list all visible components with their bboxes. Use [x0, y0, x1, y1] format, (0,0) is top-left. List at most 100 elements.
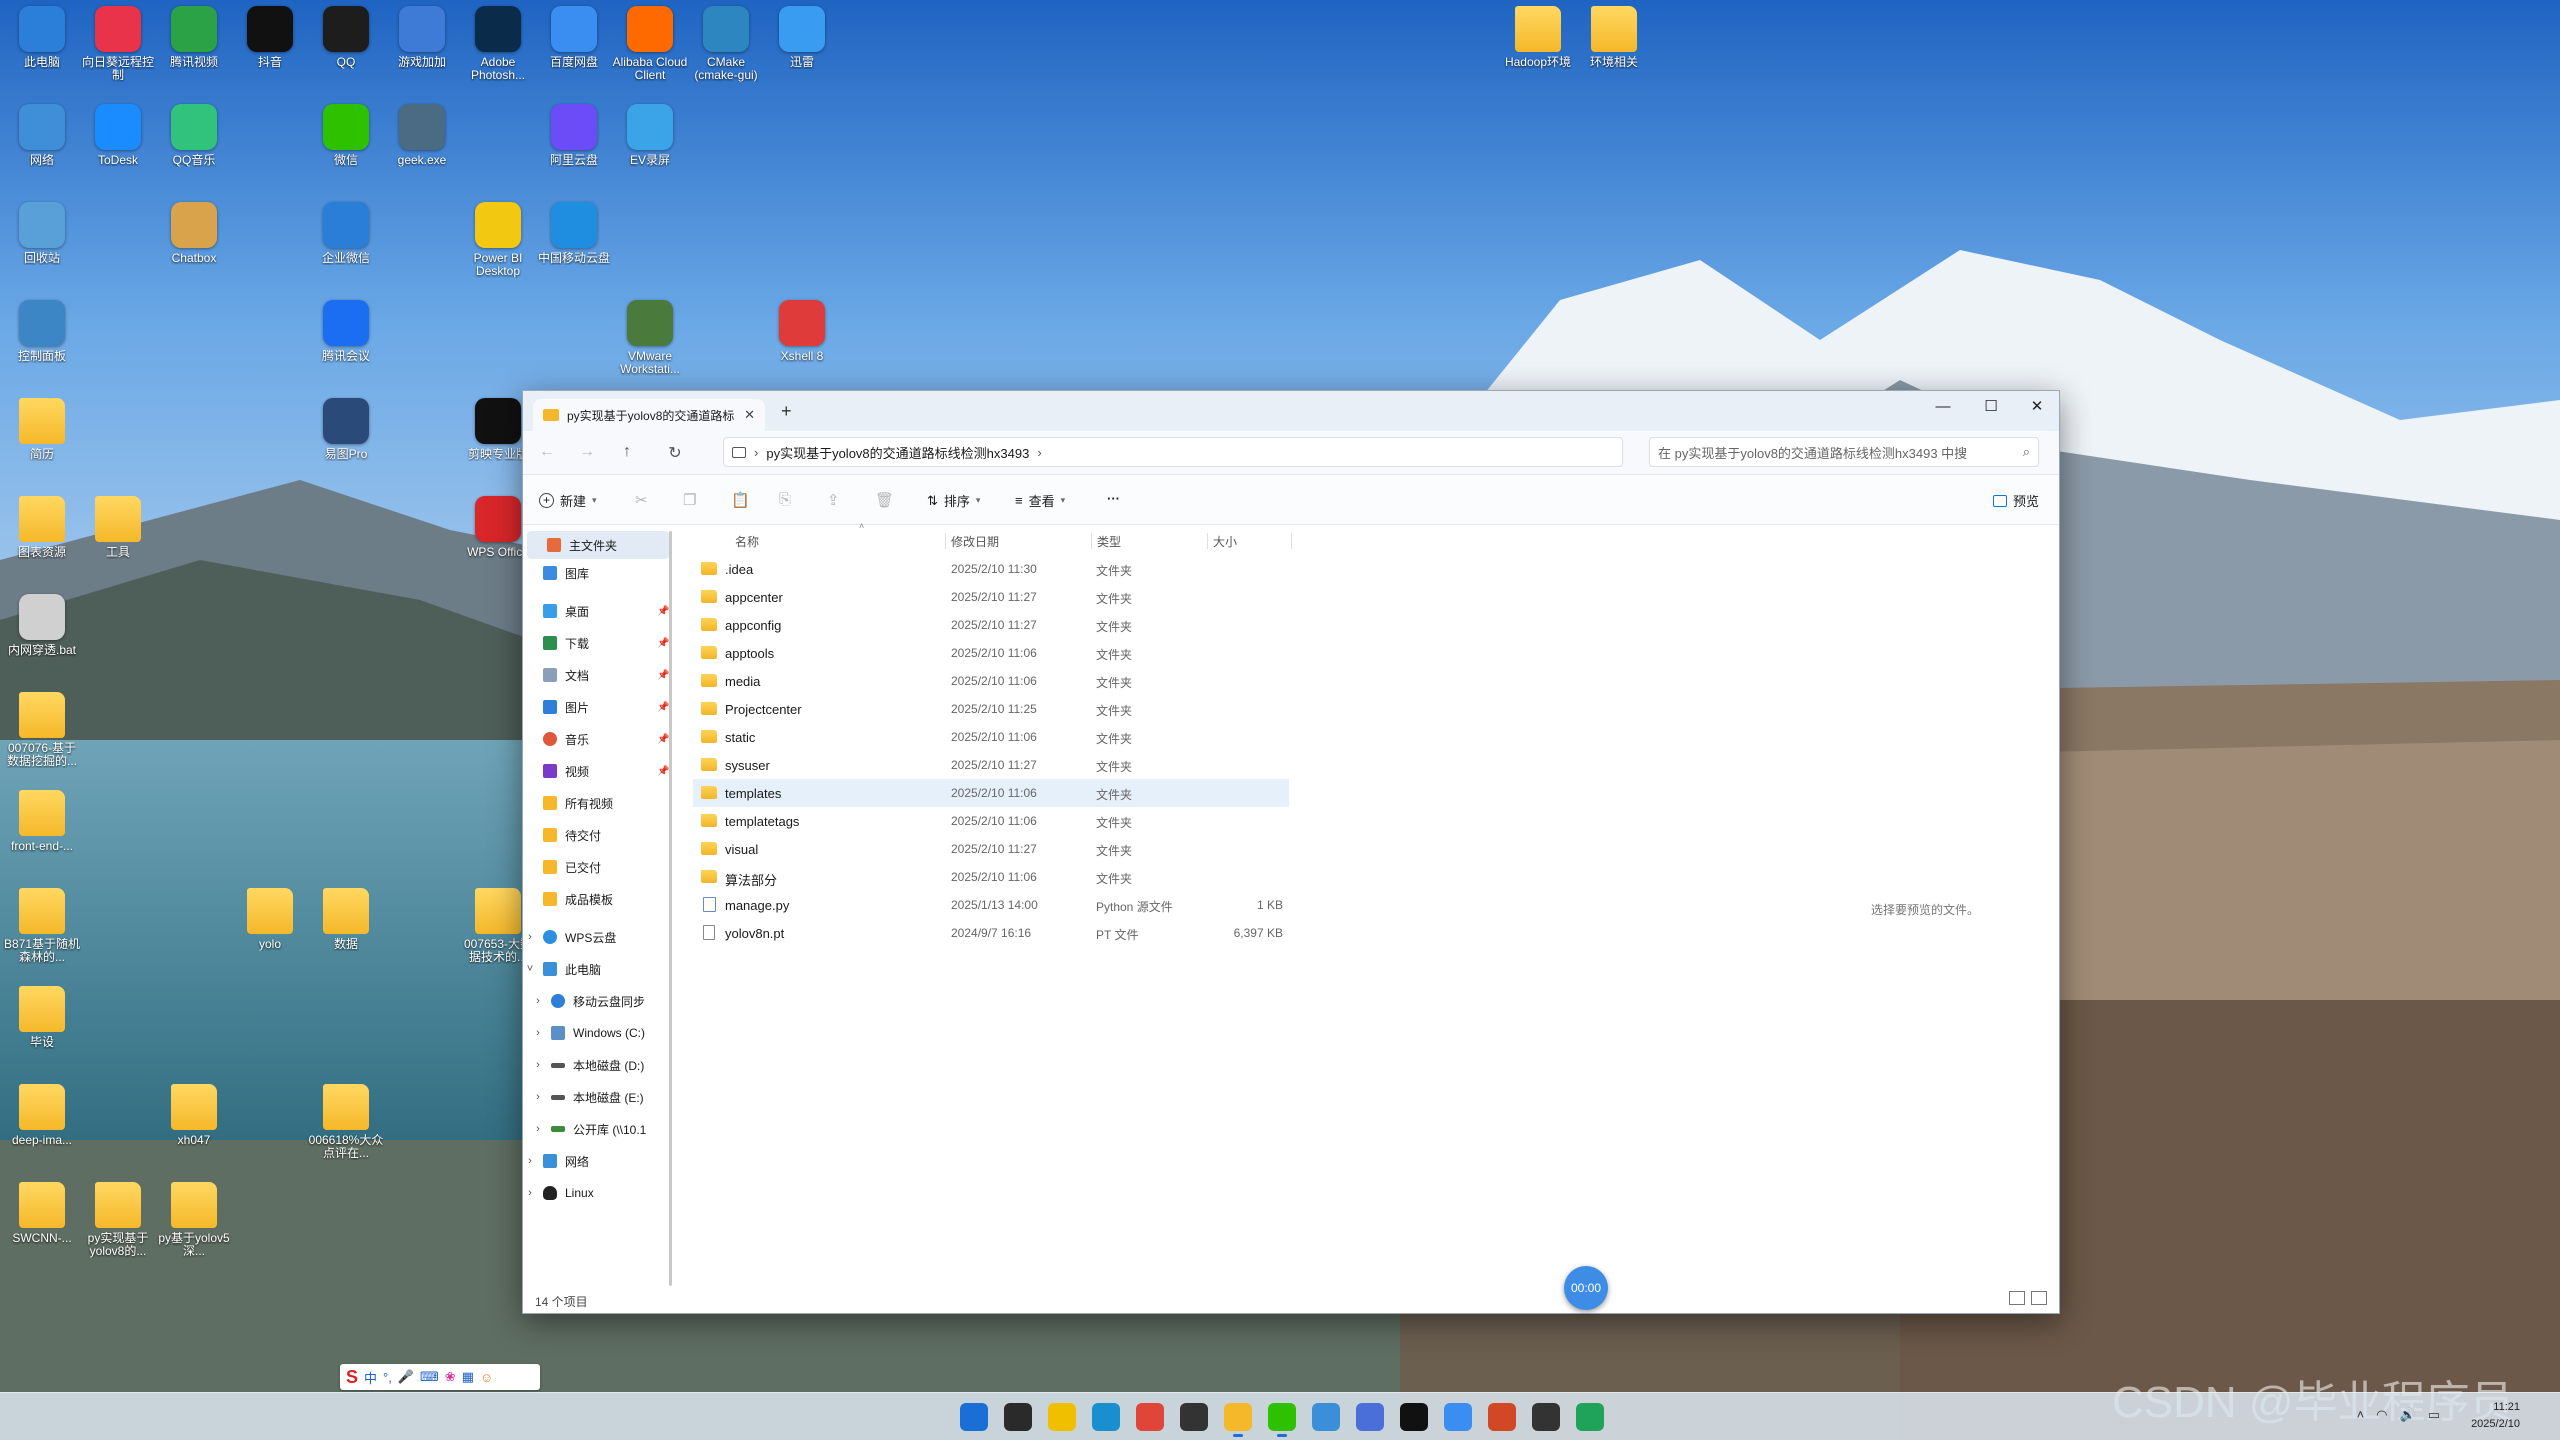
desktop-icon[interactable]: 百度网盘 [534, 6, 614, 102]
column-divider[interactable] [945, 533, 946, 549]
desktop-icon[interactable]: 控制面板 [2, 300, 82, 396]
skin-icon[interactable]: ❀ [445, 1369, 456, 1385]
chevron-right-icon[interactable]: › [523, 931, 537, 943]
desktop-icon[interactable]: 微信 [306, 104, 386, 200]
desktop-icon[interactable]: 迅雷 [762, 6, 842, 102]
desktop-icon[interactable]: 游戏加加 [382, 6, 462, 102]
file-row[interactable]: visual 2025/2/10 11:27 文件夹 [693, 835, 1289, 863]
chrome-icon[interactable] [1136, 1403, 1164, 1431]
breadcrumb-path[interactable]: py实现基于yolov8的交通道路标线检测hx3493 [766, 443, 1029, 462]
explorer-tab[interactable]: py实现基于yolov8的交通道路标 ✕ [533, 399, 765, 431]
column-header-name[interactable]: 名称 [735, 533, 759, 550]
nav-item-linux[interactable]: › Linux [523, 1179, 671, 1207]
preview-pane-button[interactable]: 预览 [1992, 491, 2039, 510]
desktop-icon[interactable]: 内网穿透.bat [2, 594, 82, 690]
file-row[interactable]: media 2025/2/10 11:06 文件夹 [693, 667, 1289, 695]
column-header-date[interactable]: 修改日期 [951, 533, 999, 550]
desktop-icon[interactable]: 企业微信 [306, 202, 386, 298]
chevron-up-icon[interactable]: ˄ [2357, 1407, 2365, 1423]
close-window-button[interactable]: ✕ [2017, 395, 2057, 419]
large-icons-view-icon[interactable] [2031, 1291, 2047, 1305]
nav-item-documents[interactable]: 文档 📌 [523, 661, 671, 689]
nav-item-gallery[interactable]: 图库 [523, 559, 671, 587]
chevron-right-icon[interactable]: › [531, 995, 545, 1007]
norton-icon[interactable] [1048, 1403, 1076, 1431]
desktop-icon[interactable]: VMware Workstati... [610, 300, 690, 396]
nav-item-delivered[interactable]: 已交付 [523, 853, 671, 881]
file-row[interactable]: Projectcenter 2025/2/10 11:25 文件夹 [693, 695, 1289, 723]
desktop-icon[interactable]: 腾讯会议 [306, 300, 386, 396]
nav-item-drive-e[interactable]: › 本地磁盘 (E:) [523, 1083, 671, 1111]
desktop-icon[interactable]: EV录屏 [610, 104, 690, 200]
desktop-icon[interactable]: 向日葵远程控制 [78, 6, 158, 102]
nav-item-videos[interactable]: 视频 📌 [523, 757, 671, 785]
desktop-icon[interactable]: 简历 [2, 398, 82, 494]
nav-item-public-share[interactable]: › 公开库 (\\10.1 [523, 1115, 671, 1143]
ime-toolbar[interactable]: S 中 °, 🎤 ⌨ ❀ ▦ ☺ [340, 1364, 540, 1390]
microphone-icon[interactable]: 🎤 [398, 1369, 414, 1385]
file-row[interactable]: sysuser 2025/2/10 11:27 文件夹 [693, 751, 1289, 779]
obs-icon[interactable] [1180, 1403, 1208, 1431]
new-button[interactable]: + 新建 ▾ [539, 491, 597, 510]
chevron-right-icon[interactable]: › [531, 1059, 545, 1071]
emoji-icon[interactable]: ☺ [480, 1370, 493, 1385]
share-icon[interactable]: ⇪ [827, 491, 840, 509]
typora-icon[interactable] [1532, 1403, 1560, 1431]
new-tab-button[interactable]: + [781, 401, 792, 422]
file-row[interactable]: templatetags 2025/2/10 11:06 文件夹 [693, 807, 1289, 835]
desktop-icon[interactable]: QQ [306, 6, 386, 102]
nav-item-drive-c[interactable]: › Windows (C:) [523, 1019, 671, 1047]
nav-scrollbar[interactable] [669, 531, 672, 1286]
nav-item-music[interactable]: 音乐 📌 [523, 725, 671, 753]
desktop-icon[interactable]: B871基于随机森林的... [2, 888, 82, 984]
view-button[interactable]: ≡ 查看 ▾ [1015, 491, 1065, 510]
nav-item-desktop[interactable]: 桌面 📌 [523, 597, 671, 625]
chevron-down-icon[interactable]: ˅ [523, 963, 537, 975]
desktop-icon[interactable]: ToDesk [78, 104, 158, 200]
delete-icon[interactable]: 🗑 [875, 491, 894, 509]
file-row[interactable]: appcenter 2025/2/10 11:27 文件夹 [693, 583, 1289, 611]
desktop-icon[interactable]: 回收站 [2, 202, 82, 298]
edge-icon[interactable] [1092, 1403, 1120, 1431]
file-row[interactable]: .idea 2025/2/10 11:30 文件夹 [693, 555, 1289, 583]
desktop-icon[interactable]: Hadoop环境 [1498, 6, 1578, 102]
desktop-icon[interactable]: geek.exe [382, 104, 462, 200]
chevron-right-icon[interactable]: › [523, 1187, 537, 1199]
nav-item-downloads[interactable]: 下载 📌 [523, 629, 671, 657]
column-header-size[interactable]: 大小 [1213, 533, 1237, 550]
file-row[interactable]: 算法部分 2025/2/10 11:06 文件夹 [693, 863, 1289, 891]
ime-punct-label[interactable]: °, [383, 1370, 392, 1385]
taskbar-clock[interactable]: 11:21 2025/2/10 [2471, 1399, 2520, 1433]
file-row[interactable]: apptools 2025/2/10 11:06 文件夹 [693, 639, 1289, 667]
chevron-right-icon[interactable]: › [523, 1155, 537, 1167]
desktop-icon[interactable]: 此电脑 [2, 6, 82, 102]
nav-item-all-videos[interactable]: 所有视频 [523, 789, 671, 817]
desktop-icon[interactable]: CMake (cmake-gui) [686, 6, 766, 102]
file-row[interactable]: templates 2025/2/10 11:06 文件夹 [693, 779, 1289, 807]
copy-icon[interactable]: ❐ [683, 491, 696, 509]
desktop-icon[interactable]: 网络 [2, 104, 82, 200]
keyboard-icon[interactable]: ⌨ [420, 1369, 439, 1385]
desktop-icon[interactable]: deep-ima... [2, 1084, 82, 1180]
desktop-icon[interactable]: 阿里云盘 [534, 104, 614, 200]
desktop-icon[interactable]: py基于yolov5深... [154, 1182, 234, 1278]
recording-timer-badge[interactable]: 00:00 [1564, 1266, 1608, 1310]
close-tab-icon[interactable]: ✕ [744, 407, 755, 423]
search-input[interactable]: 在 py实现基于yolov8的交通道路标线检测hx3493 中搜 ⌕ [1649, 437, 2039, 467]
network-tool-icon[interactable] [1356, 1403, 1384, 1431]
maximize-button[interactable]: ☐ [1971, 395, 2011, 419]
desktop-icon[interactable]: 数据 [306, 888, 386, 984]
column-divider[interactable] [1091, 533, 1092, 549]
minimize-button[interactable]: — [1923, 395, 1963, 419]
desktop-icon[interactable]: 工具 [78, 496, 158, 592]
nav-item-wps-cloud[interactable]: › WPS云盘 [523, 923, 671, 951]
sort-button[interactable]: ⇅ 排序 ▾ [927, 491, 980, 510]
desktop-icon[interactable]: 抖音 [230, 6, 310, 102]
chevron-right-icon[interactable]: › [531, 1091, 545, 1103]
more-options-button[interactable]: ··· [1107, 491, 1120, 506]
column-divider[interactable] [1291, 533, 1292, 549]
desktop-icon[interactable]: 中国移动云盘 [534, 202, 614, 298]
desktop-icon[interactable]: Chatbox [154, 202, 234, 298]
column-divider[interactable] [1207, 533, 1208, 549]
cut-icon[interactable]: ✂ [635, 491, 648, 509]
